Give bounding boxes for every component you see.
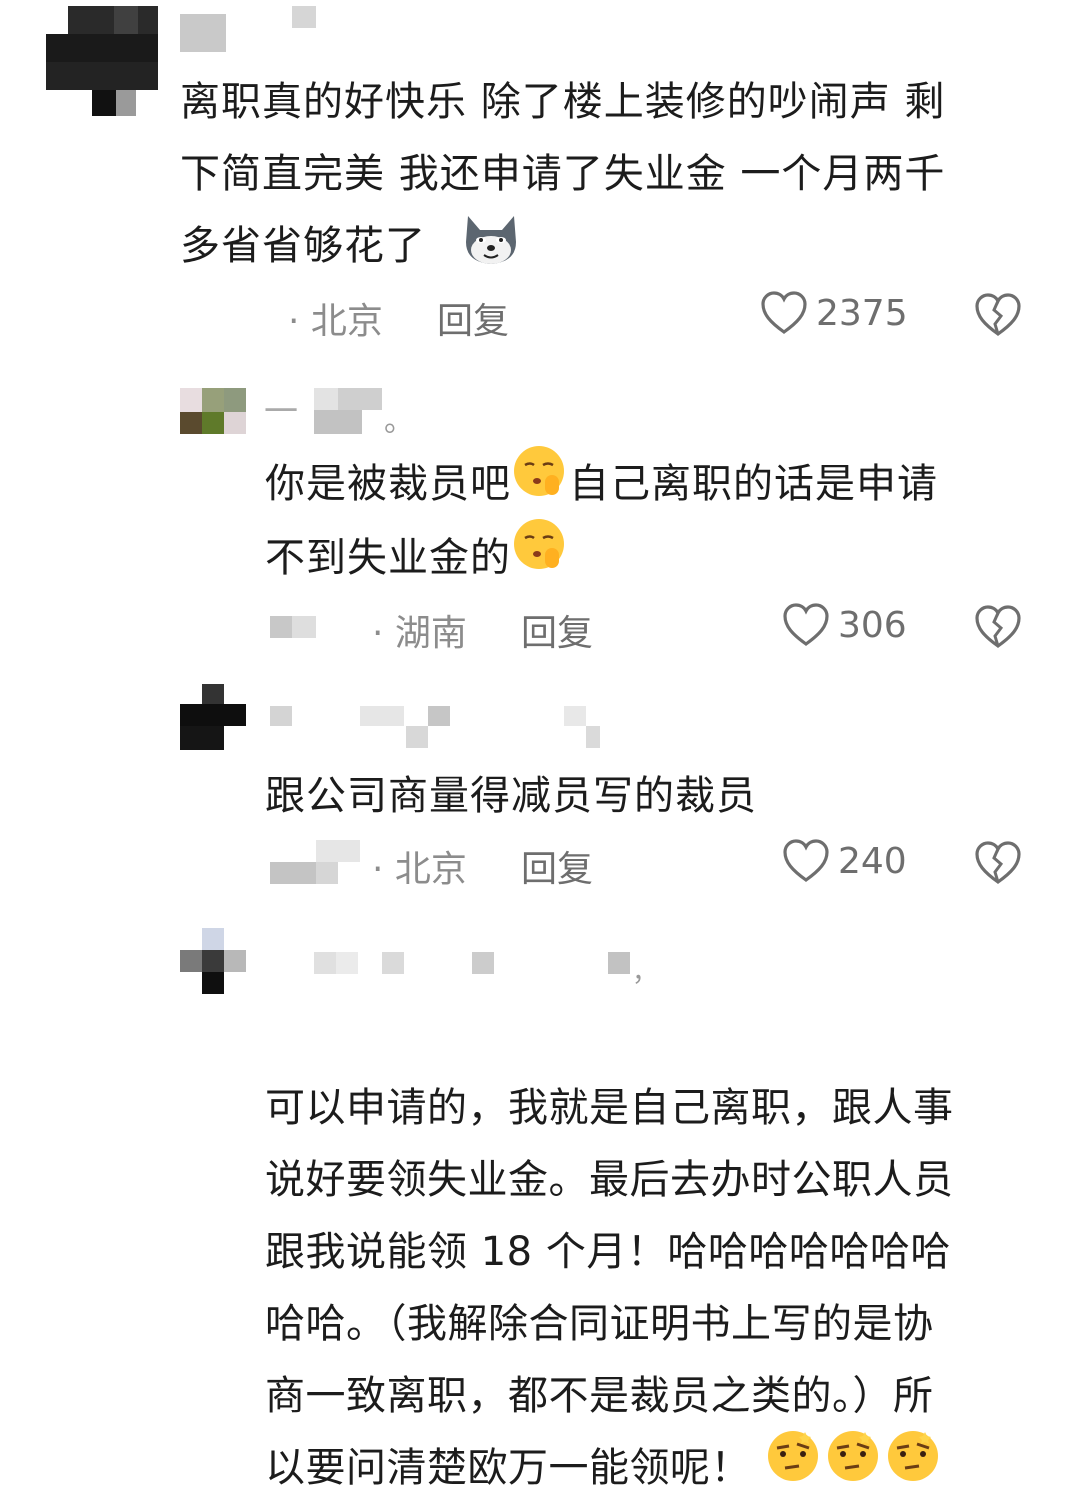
username[interactable] xyxy=(314,952,634,976)
reply-button[interactable]: 回复 xyxy=(437,292,509,344)
username[interactable] xyxy=(314,388,386,434)
like-count: 306 xyxy=(838,604,907,646)
avatar[interactable] xyxy=(46,6,158,116)
username[interactable] xyxy=(270,706,610,748)
location: · 湖南 xyxy=(372,613,467,654)
comment-text: 离职真的好快乐 除了楼上装修的吵闹声 剩 下简直完美 我还申请了失业金 一个月两… xyxy=(180,79,946,269)
like-button[interactable]: 240 xyxy=(782,838,907,884)
username-small xyxy=(270,616,316,638)
avatar[interactable] xyxy=(180,388,246,434)
comment-text: 你是被裁员吧 自己离职的话是申请 不到失业金的 xyxy=(265,445,1055,595)
reply-button[interactable]: 回复 xyxy=(521,840,593,892)
reply-button[interactable]: 回复 xyxy=(521,604,593,656)
username-prefix: 一 xyxy=(264,392,298,432)
username-small xyxy=(270,840,362,884)
like-count: 240 xyxy=(838,840,907,882)
heart-icon xyxy=(782,602,830,648)
comment-text: 可以申请的，我就是自己离职，跟人事 说好要领失业金。最后去办时公职人员 跟我说能… xyxy=(265,1000,1055,1507)
username-end: 。 xyxy=(384,404,414,439)
heart-icon xyxy=(760,290,808,336)
heart-icon xyxy=(782,838,830,884)
location: · 北京 xyxy=(372,849,467,890)
username[interactable] xyxy=(180,6,320,52)
like-button[interactable]: 306 xyxy=(782,602,907,648)
avatar[interactable] xyxy=(180,928,246,994)
broken-heart-icon[interactable] xyxy=(974,292,1022,338)
dog-face-emoji xyxy=(462,212,520,270)
shushing-face-emoji xyxy=(511,443,569,522)
broken-heart-icon[interactable] xyxy=(974,604,1022,650)
shushing-face-emoji xyxy=(511,516,569,595)
like-count: 2375 xyxy=(816,292,908,334)
thinking-face-emoji xyxy=(765,1426,945,1507)
like-button[interactable]: 2375 xyxy=(760,290,908,336)
comment-text: 跟公司商量得减员写的裁员 xyxy=(265,773,757,819)
broken-heart-icon[interactable] xyxy=(974,840,1022,886)
username-end: ， xyxy=(632,958,659,988)
location: · 北京 xyxy=(288,301,383,342)
avatar[interactable] xyxy=(180,684,246,750)
